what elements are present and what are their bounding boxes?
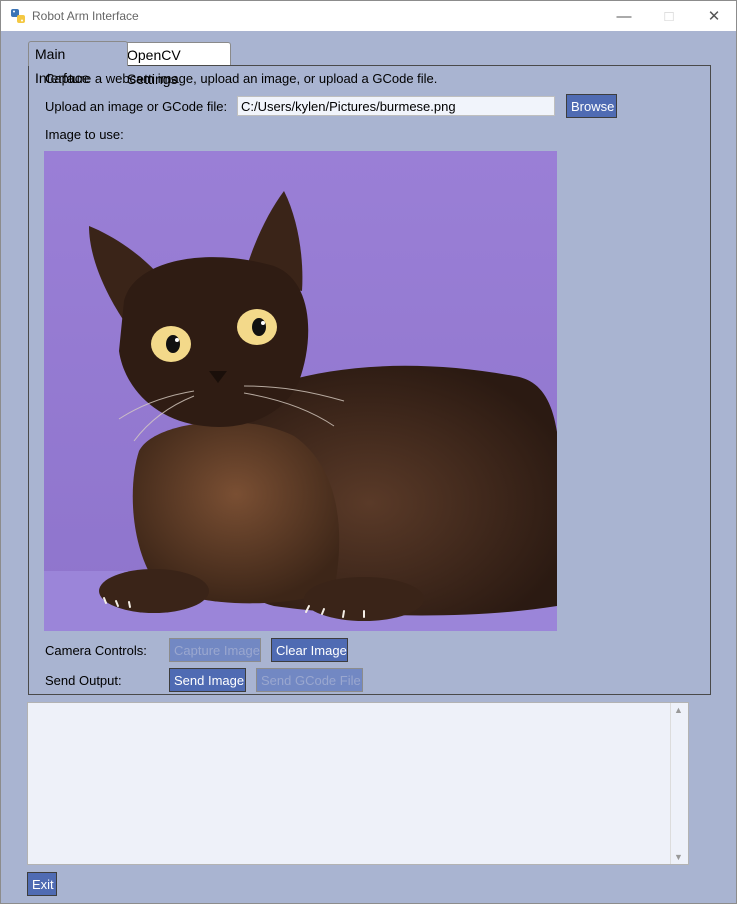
image-preview (44, 151, 557, 631)
clear-image-button[interactable]: Clear Image (271, 638, 348, 662)
upload-label: Upload an image or GCode file: (45, 99, 228, 114)
send-gcode-file-button[interactable]: Send GCode File (256, 668, 363, 692)
python-icon (10, 8, 26, 24)
exit-button[interactable]: Exit (27, 872, 57, 896)
tab-opencv-settings[interactable]: OpenCV Settings (120, 42, 231, 87)
send-image-button[interactable]: Send Image (169, 668, 246, 692)
title-bar: Robot Arm Interface — □ ✕ (1, 1, 736, 31)
browse-button[interactable]: Browse (566, 94, 617, 118)
app-window: Robot Arm Interface — □ ✕ Main Interface… (0, 0, 737, 904)
minimize-icon[interactable]: — (601, 1, 647, 31)
tab-main-interface[interactable]: Main Interface (28, 41, 128, 86)
intro-text: Capture a webcam image, upload an image,… (45, 71, 438, 86)
close-icon[interactable]: ✕ (691, 1, 737, 31)
camera-controls-label: Camera Controls: (45, 643, 147, 658)
send-output-label: Send Output: (45, 673, 122, 688)
output-scrollbar[interactable]: ▲ ▼ (670, 703, 688, 864)
image-to-use-label: Image to use: (45, 127, 124, 142)
scroll-up-icon[interactable]: ▲ (674, 705, 683, 715)
output-textarea[interactable]: ▲ ▼ (27, 702, 689, 865)
maximize-icon[interactable]: □ (646, 1, 692, 31)
scroll-down-icon[interactable]: ▼ (674, 852, 683, 862)
window-title: Robot Arm Interface (32, 9, 139, 23)
capture-image-button[interactable]: Capture Image (169, 638, 261, 662)
file-path-input[interactable] (237, 96, 555, 116)
